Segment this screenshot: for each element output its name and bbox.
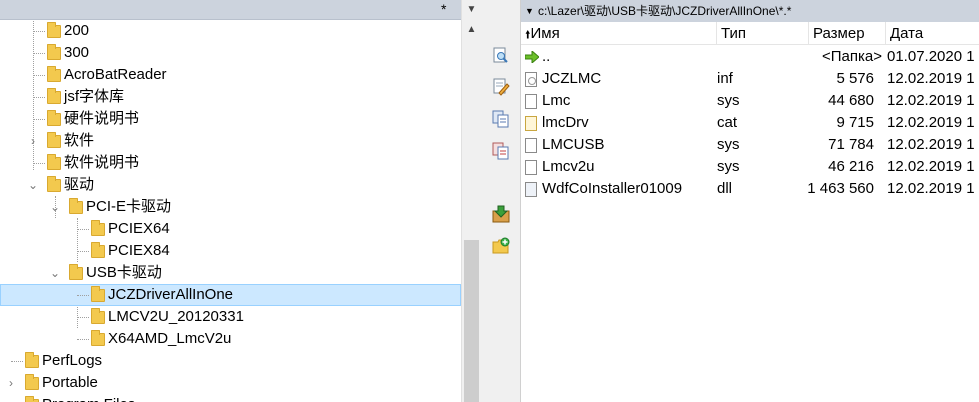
tree-item-pciex64[interactable]: PCIEX64	[0, 218, 461, 240]
file-row-parent[interactable]: .. <Папка> 01.07.2020 1	[521, 46, 979, 68]
expand-arrow-icon[interactable]: ›	[26, 130, 40, 152]
file-row[interactable]: Lmc sys 44 680 12.02.2019 1	[521, 90, 979, 112]
sys-file-icon	[525, 160, 537, 175]
tree-item-hardware-manual[interactable]: 硬件说明书	[0, 108, 461, 130]
folder-icon	[47, 132, 61, 148]
inf-file-icon	[525, 72, 537, 87]
cat-file-icon	[525, 116, 537, 131]
column-size[interactable]: Размер	[809, 22, 886, 45]
folder-icon	[69, 264, 83, 280]
tree-item-usb-drivers[interactable]: ⌄ USB卡驱动	[0, 262, 461, 284]
tree-scrollbar[interactable]: ▼ ▲	[461, 0, 481, 402]
archive-icon[interactable]	[492, 205, 510, 223]
tree-item-300[interactable]: 300	[0, 42, 461, 64]
folder-icon	[91, 242, 105, 258]
folder-tree-panel: * 200 300 AcroBatReader jsf字体库 硬件说明书 › 软…	[0, 0, 481, 402]
up-arrow-icon	[525, 51, 539, 63]
folder-icon	[47, 88, 61, 104]
scrollbar-thumb[interactable]	[464, 240, 479, 402]
folder-icon	[69, 198, 83, 214]
file-manager-window: * 200 300 AcroBatReader jsf字体库 硬件说明书 › 软…	[0, 0, 979, 402]
tree-item-portable[interactable]: › Portable	[0, 372, 461, 394]
edit-icon[interactable]	[492, 78, 510, 96]
scroll-up-arrow-icon[interactable]: ▲	[462, 20, 481, 40]
folder-icon	[91, 308, 105, 324]
folder-icon	[91, 330, 105, 346]
move-icon[interactable]	[492, 142, 510, 160]
folder-tree[interactable]: 200 300 AcroBatReader jsf字体库 硬件说明书 › 软件 …	[0, 20, 461, 402]
copy-icon[interactable]	[492, 110, 510, 128]
current-path: c:\Lazer\驱动\USB卡驱动\JCZDriverAllInOne\*.*	[538, 4, 792, 18]
collapse-arrow-icon[interactable]: ⌄	[48, 196, 62, 218]
tree-item-software[interactable]: › 软件	[0, 130, 461, 152]
folder-icon	[47, 176, 61, 192]
tree-item-software-manual[interactable]: 软件说明书	[0, 152, 461, 174]
file-row[interactable]: WdfCoInstaller01009 dll 1 463 560 12.02.…	[521, 178, 979, 200]
file-row[interactable]: JCZLMC inf 5 576 12.02.2019 1	[521, 68, 979, 90]
expand-arrow-icon[interactable]: ›	[4, 372, 18, 394]
tree-item-x64amd[interactable]: X64AMD_LmcV2u	[0, 328, 461, 350]
tree-item-perflogs[interactable]: PerfLogs	[0, 350, 461, 372]
tree-item-jczdriverallinone[interactable]: JCZDriverAllInOne	[0, 284, 461, 306]
folder-icon	[47, 154, 61, 170]
folder-icon	[91, 220, 105, 236]
tree-item-200[interactable]: 200	[0, 20, 461, 42]
collapse-arrow-icon[interactable]: ⌄	[26, 174, 40, 196]
column-date[interactable]: Дата	[886, 22, 979, 45]
tree-item-lmcv2u[interactable]: LMCV2U_20120331	[0, 306, 461, 328]
sys-file-icon	[525, 94, 537, 109]
new-folder-icon[interactable]	[492, 237, 510, 255]
expand-arrow-icon[interactable]: ›	[4, 394, 18, 402]
vertical-toolbar	[481, 0, 520, 402]
tree-item-acrobatreader[interactable]: AcroBatReader	[0, 64, 461, 86]
path-bar[interactable]: ▼ c:\Lazer\驱动\USB卡驱动\JCZDriverAllInOne\*…	[521, 0, 979, 22]
tree-header: *	[0, 0, 461, 20]
scroll-up-icon[interactable]: ▼	[462, 0, 481, 20]
path-dropdown-icon[interactable]: ▼	[525, 0, 534, 22]
folder-icon	[25, 352, 39, 368]
file-row[interactable]: lmcDrv cat 9 715 12.02.2019 1	[521, 112, 979, 134]
tree-item-program-files[interactable]: › Program Files	[0, 394, 461, 402]
folder-icon	[47, 66, 61, 82]
file-row[interactable]: LMCUSB sys 71 784 12.02.2019 1	[521, 134, 979, 156]
column-header: 🠙Имя Тип Размер Дата	[521, 22, 979, 45]
column-name[interactable]: 🠙Имя	[521, 22, 717, 45]
folder-icon	[47, 22, 61, 38]
file-list-panel: ▼ c:\Lazer\驱动\USB卡驱动\JCZDriverAllInOne\*…	[520, 0, 979, 402]
view-icon[interactable]	[492, 47, 510, 65]
tree-item-jsf[interactable]: jsf字体库	[0, 86, 461, 108]
dll-file-icon	[525, 182, 537, 197]
file-row[interactable]: Lmcv2u sys 46 216 12.02.2019 1	[521, 156, 979, 178]
folder-icon	[47, 110, 61, 126]
tree-filter[interactable]: *	[441, 1, 446, 17]
collapse-arrow-icon[interactable]: ⌄	[48, 262, 62, 284]
tree-item-drivers[interactable]: ⌄ 驱动	[0, 174, 461, 196]
folder-icon	[91, 286, 105, 302]
tree-item-pciex84[interactable]: PCIEX84	[0, 240, 461, 262]
folder-icon	[47, 44, 61, 60]
sys-file-icon	[525, 138, 537, 153]
column-type[interactable]: Тип	[717, 22, 809, 45]
tree-item-pcie-drivers[interactable]: ⌄ PCI-E卡驱动	[0, 196, 461, 218]
folder-icon	[25, 374, 39, 390]
